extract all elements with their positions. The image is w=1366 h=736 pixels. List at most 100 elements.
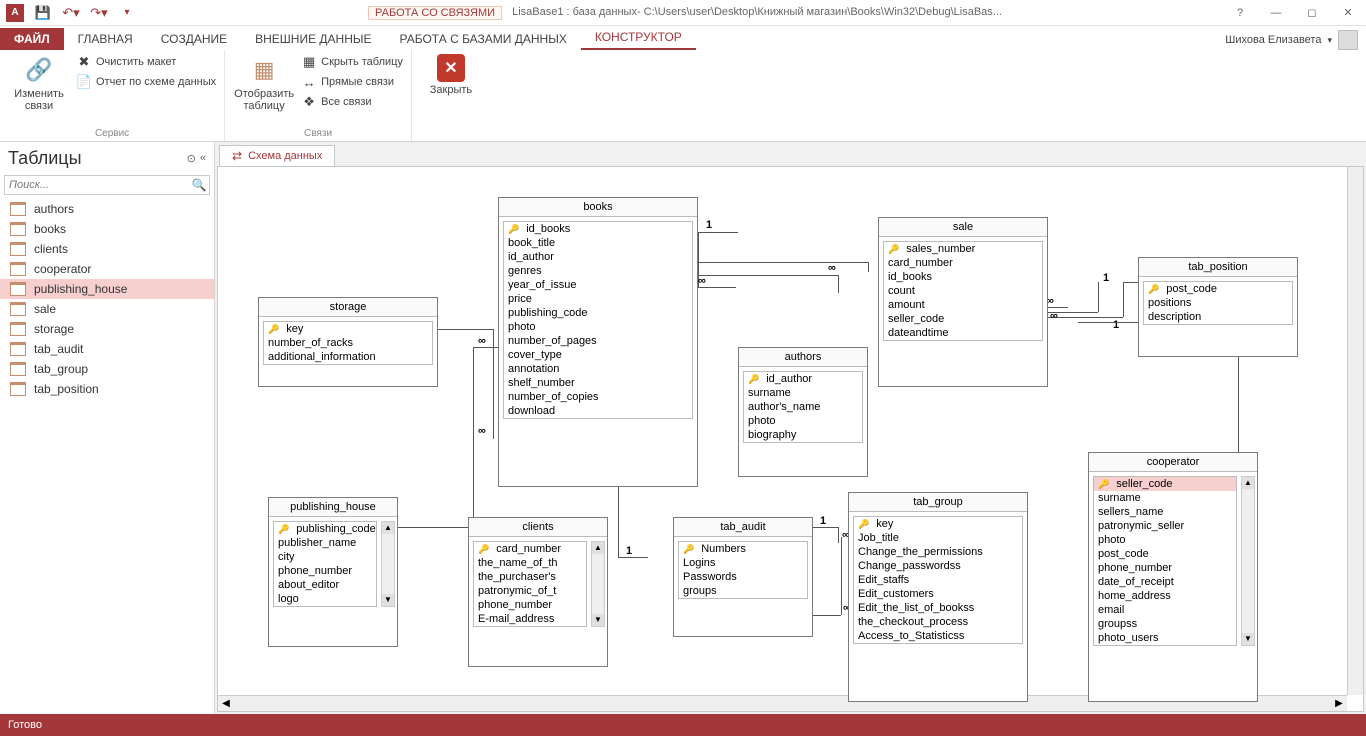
show-table-button[interactable]: ▦ Отобразить таблицу: [233, 54, 295, 112]
field-positions[interactable]: positions: [1144, 296, 1292, 310]
field-amount[interactable]: amount: [884, 298, 1042, 312]
field-number_of_copies[interactable]: number_of_copies: [504, 390, 692, 404]
field-logo[interactable]: logo: [274, 592, 376, 606]
nav-item-tab_position[interactable]: tab_position: [0, 379, 214, 399]
field-seller_code[interactable]: seller_code: [1094, 477, 1236, 491]
field-the_name_of_th[interactable]: the_name_of_th: [474, 556, 586, 570]
field-Logins[interactable]: Logins: [679, 556, 807, 570]
field-post_code[interactable]: post_code: [1144, 282, 1292, 296]
field-download[interactable]: download: [504, 404, 692, 418]
field-additional_information[interactable]: additional_information: [264, 350, 432, 364]
nav-item-storage[interactable]: storage: [0, 319, 214, 339]
field-home_address[interactable]: home_address: [1094, 589, 1236, 603]
entity-clients[interactable]: clientscard_numberthe_name_of_ththe_purc…: [468, 517, 608, 667]
hide-table-button[interactable]: ▦Скрыть таблицу: [301, 54, 403, 70]
relation-report-button[interactable]: 📄Отчет по схеме данных: [76, 74, 216, 90]
entity-books[interactable]: booksid_booksbook_titleid_authorgenresye…: [498, 197, 698, 487]
field-card_number[interactable]: card_number: [474, 542, 586, 556]
field-the_checkout_process[interactable]: the_checkout_process: [854, 615, 1022, 629]
field-genres[interactable]: genres: [504, 264, 692, 278]
nav-item-tab_audit[interactable]: tab_audit: [0, 339, 214, 359]
field-date_of_receipt[interactable]: date_of_receipt: [1094, 575, 1236, 589]
field-phone_number[interactable]: phone_number: [474, 598, 586, 612]
field-number_of_pages[interactable]: number_of_pages: [504, 334, 692, 348]
entity-tab_audit[interactable]: tab_auditNumbersLoginsPasswordsgroups: [673, 517, 813, 637]
field-post_code[interactable]: post_code: [1094, 547, 1236, 561]
nav-item-clients[interactable]: clients: [0, 239, 214, 259]
tab-dbtools[interactable]: РАБОТА С БАЗАМИ ДАННЫХ: [386, 28, 581, 50]
entity-sale[interactable]: salesales_numbercard_numberid_bookscount…: [878, 217, 1048, 387]
field-publishing_code[interactable]: publishing_code: [504, 306, 692, 320]
field-cover_type[interactable]: cover_type: [504, 348, 692, 362]
field-publisher_name[interactable]: publisher_name: [274, 536, 376, 550]
field-patronymic_of_t[interactable]: patronymic_of_t: [474, 584, 586, 598]
field-photo[interactable]: photo: [1094, 533, 1236, 547]
field-about_editor[interactable]: about_editor: [274, 578, 376, 592]
field-year_of_issue[interactable]: year_of_issue: [504, 278, 692, 292]
relationships-canvas[interactable]: ✕ 1 ∞ 1 ∞ 1 ∞ ∞ 1 ∞ 1: [217, 166, 1364, 712]
field-city[interactable]: city: [274, 550, 376, 564]
field-description[interactable]: description: [1144, 310, 1292, 324]
nav-item-cooperator[interactable]: cooperator: [0, 259, 214, 279]
nav-item-sale[interactable]: sale: [0, 299, 214, 319]
search-icon[interactable]: 🔍: [189, 176, 209, 194]
field-groups[interactable]: groups: [679, 584, 807, 598]
nav-item-books[interactable]: books: [0, 219, 214, 239]
field-biography[interactable]: biography: [744, 428, 862, 442]
field-id_books[interactable]: id_books: [504, 222, 692, 236]
entity-publishing_house[interactable]: publishing_housepublishing_codepublisher…: [268, 497, 398, 647]
field-surname[interactable]: surname: [744, 386, 862, 400]
entity-tab_group[interactable]: tab_groupkeyJob_titleChange_the_permissi…: [848, 492, 1028, 702]
clear-layout-button[interactable]: ✖Очистить макет: [76, 54, 216, 70]
field-Access_to_Statisticss[interactable]: Access_to_Statisticss: [854, 629, 1022, 643]
field-key[interactable]: key: [854, 517, 1022, 531]
nav-search-input[interactable]: [5, 176, 189, 194]
direct-relations-button[interactable]: ↔Прямые связи: [301, 74, 403, 90]
canvas-v-scrollbar[interactable]: [1347, 167, 1363, 695]
field-number_of_racks[interactable]: number_of_racks: [264, 336, 432, 350]
nav-filter-icon[interactable]: ⊙: [187, 152, 196, 165]
field-E-mail_address[interactable]: E-mail_address: [474, 612, 586, 626]
entity-scrollbar[interactable]: ▲▼: [1241, 476, 1255, 646]
entity-scrollbar[interactable]: ▲▼: [591, 541, 605, 627]
nav-collapse-icon[interactable]: «: [200, 152, 206, 165]
tab-home[interactable]: ГЛАВНАЯ: [64, 28, 147, 50]
user-badge[interactable]: Шихова Елизавета ▾: [1225, 30, 1366, 50]
nav-item-tab_group[interactable]: tab_group: [0, 359, 214, 379]
nav-item-authors[interactable]: authors: [0, 199, 214, 219]
undo-icon[interactable]: ↶▾: [62, 4, 80, 22]
field-Change_the_permissions[interactable]: Change_the_permissions: [854, 545, 1022, 559]
field-book_title[interactable]: book_title: [504, 236, 692, 250]
entity-tab_position[interactable]: tab_positionpost_codepositionsdescriptio…: [1138, 257, 1298, 357]
field-id_author[interactable]: id_author: [504, 250, 692, 264]
help-icon[interactable]: ?: [1228, 7, 1252, 19]
doc-tab-relationships[interactable]: ⇄ Схема данных: [219, 145, 335, 166]
field-photo_users[interactable]: photo_users: [1094, 631, 1236, 645]
field-shelf_number[interactable]: shelf_number: [504, 376, 692, 390]
nav-search[interactable]: 🔍: [4, 175, 210, 195]
field-patronymic_seller[interactable]: patronymic_seller: [1094, 519, 1236, 533]
field-Edit_staffs[interactable]: Edit_staffs: [854, 573, 1022, 587]
field-card_number[interactable]: card_number: [884, 256, 1042, 270]
restore-icon[interactable]: ◻: [1300, 6, 1324, 19]
field-groupss[interactable]: groupss: [1094, 617, 1236, 631]
redo-icon[interactable]: ↷▾: [90, 4, 108, 22]
field-surname[interactable]: surname: [1094, 491, 1236, 505]
all-relations-button[interactable]: ❖Все связи: [301, 94, 403, 110]
tab-file[interactable]: ФАЙЛ: [0, 28, 64, 50]
field-seller_code[interactable]: seller_code: [884, 312, 1042, 326]
field-Job_title[interactable]: Job_title: [854, 531, 1022, 545]
entity-cooperator[interactable]: cooperatorseller_codesurnamesellers_name…: [1088, 452, 1258, 702]
save-icon[interactable]: 💾: [34, 4, 52, 22]
field-author's_name[interactable]: author's_name: [744, 400, 862, 414]
nav-item-publishing_house[interactable]: publishing_house: [0, 279, 214, 299]
field-Numbers[interactable]: Numbers: [679, 542, 807, 556]
field-photo[interactable]: photo: [504, 320, 692, 334]
field-sellers_name[interactable]: sellers_name: [1094, 505, 1236, 519]
field-Change_passwordss[interactable]: Change_passwordss: [854, 559, 1022, 573]
field-publishing_code[interactable]: publishing_code: [274, 522, 376, 536]
field-sales_number[interactable]: sales_number: [884, 242, 1042, 256]
field-phone_number[interactable]: phone_number: [1094, 561, 1236, 575]
field-annotation[interactable]: annotation: [504, 362, 692, 376]
entity-storage[interactable]: storagekeynumber_of_racksadditional_info…: [258, 297, 438, 387]
